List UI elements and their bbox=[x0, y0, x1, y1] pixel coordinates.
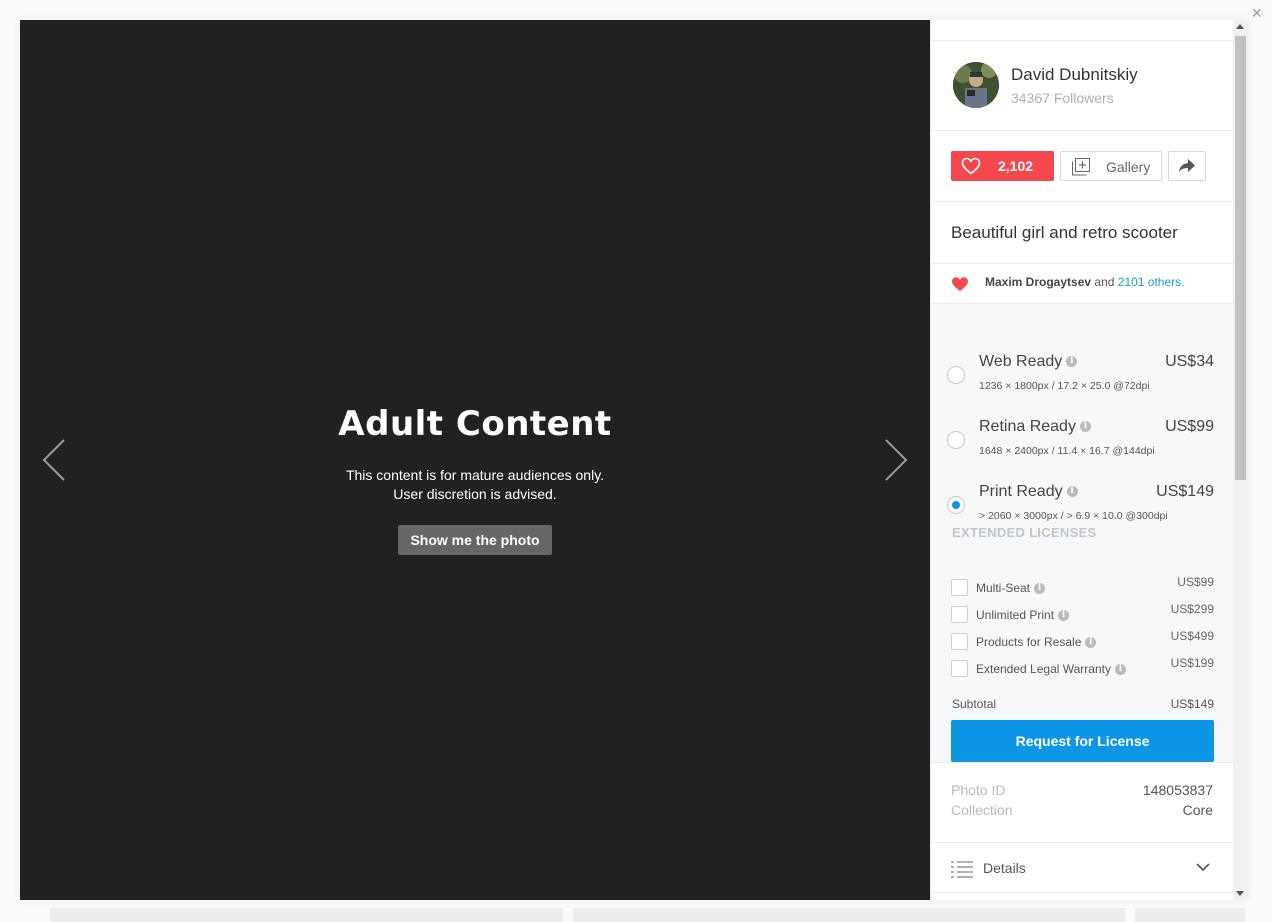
list-icon bbox=[951, 861, 973, 878]
share-icon bbox=[1179, 159, 1195, 172]
photo-viewer: Adult Content This content is for mature… bbox=[20, 20, 930, 900]
license-option-retina-ready[interactable]: Retina Ready i 1648 × 2400px / 11.4 × 16.… bbox=[931, 409, 1233, 457]
liker-name[interactable]: Maxim Drogaytsev bbox=[985, 275, 1091, 289]
extended-license-name: Multi-Seat bbox=[976, 581, 1031, 595]
license-checkbox[interactable] bbox=[951, 579, 968, 596]
extended-license-price: US$299 bbox=[1170, 602, 1214, 616]
extended-license-name: Unlimited Print bbox=[976, 608, 1055, 622]
license-option-web-ready[interactable]: Web Ready i 1236 × 1800px / 17.2 × 25.0 @… bbox=[931, 344, 1233, 392]
license-spec: 1648 × 2400px / 11.4 × 16.7 @144dpi bbox=[979, 445, 1155, 457]
avatar[interactable] bbox=[953, 62, 999, 108]
info-icon[interactable]: i bbox=[1085, 637, 1097, 649]
info-icon[interactable]: i bbox=[1114, 664, 1126, 676]
license-checkbox[interactable] bbox=[951, 660, 968, 677]
license-checkbox[interactable] bbox=[951, 633, 968, 650]
extended-license-price: US$99 bbox=[1177, 575, 1214, 589]
extended-license-name: Products for Resale bbox=[976, 635, 1082, 649]
license-radio[interactable] bbox=[947, 366, 965, 384]
license-spec: 1236 × 1800px / 17.2 × 25.0 @72dpi bbox=[979, 380, 1150, 392]
extended-license-name-row: Multi-Seat i bbox=[976, 581, 1046, 595]
divider bbox=[931, 201, 1233, 202]
extended-license-multi-seat[interactable]: Multi-Seat i US$99 bbox=[931, 575, 1233, 596]
info-icon[interactable]: i bbox=[1079, 421, 1091, 433]
extended-license-name: Extended Legal Warranty bbox=[976, 662, 1111, 676]
panel-scrollbar[interactable] bbox=[1233, 20, 1248, 900]
heart-icon bbox=[952, 277, 968, 291]
photo-id-value: 148053837 bbox=[1142, 782, 1213, 798]
like-button[interactable]: 2,102 bbox=[951, 151, 1054, 181]
collection-value[interactable]: Core bbox=[1183, 802, 1213, 818]
share-button[interactable] bbox=[1168, 151, 1206, 181]
extended-license-name-row: Extended Legal Warranty i bbox=[976, 662, 1126, 676]
license-radio-selected[interactable] bbox=[947, 496, 965, 514]
info-icon[interactable]: i bbox=[1058, 610, 1070, 622]
divider bbox=[931, 40, 1233, 41]
divider bbox=[931, 130, 1233, 131]
info-icon[interactable]: i bbox=[1066, 356, 1078, 368]
heart-icon bbox=[961, 157, 981, 175]
license-name: Print Ready bbox=[979, 483, 1063, 500]
license-spec: > 2060 × 3000px / > 6.9 × 10.0 @300dpi bbox=[979, 510, 1168, 522]
author-name[interactable]: David Dubnitskiy bbox=[1011, 65, 1138, 85]
extended-license-price: US$199 bbox=[1170, 656, 1214, 670]
adult-content-notice: Adult Content This content is for mature… bbox=[20, 404, 930, 555]
gallery-label: Gallery bbox=[1106, 159, 1151, 175]
license-option-print-ready[interactable]: Print Ready i > 2060 × 3000px / > 6.9 × 1… bbox=[931, 474, 1233, 522]
request-license-button[interactable]: Request for License bbox=[951, 720, 1214, 762]
pricing-section: Web Ready i 1236 × 1800px / 17.2 × 25.0 @… bbox=[931, 304, 1233, 762]
details-toggle[interactable]: Details bbox=[931, 853, 1233, 883]
extended-license-legal-warranty[interactable]: Extended Legal Warranty i US$199 bbox=[931, 656, 1233, 677]
extended-license-name-row: Unlimited Print i bbox=[976, 608, 1070, 622]
show-photo-button[interactable]: Show me the photo bbox=[398, 525, 552, 555]
info-icon[interactable]: i bbox=[1034, 583, 1046, 595]
details-label: Details bbox=[983, 860, 1026, 876]
license-price: US$149 bbox=[1156, 483, 1214, 500]
divider bbox=[931, 842, 1233, 843]
scroll-up-icon[interactable] bbox=[1236, 24, 1244, 29]
like-count: 2,102 bbox=[998, 158, 1034, 174]
license-checkbox[interactable] bbox=[951, 606, 968, 623]
extended-license-unlimited-print[interactable]: Unlimited Print i US$299 bbox=[931, 602, 1233, 623]
background-tile bbox=[50, 908, 563, 922]
collection-label: Collection bbox=[951, 802, 1013, 818]
photo-modal: Adult Content This content is for mature… bbox=[20, 20, 1248, 900]
license-name-row: Web Ready i bbox=[979, 353, 1078, 371]
extended-license-products-for-resale[interactable]: Products for Resale i US$499 bbox=[931, 629, 1233, 650]
adult-content-message: This content is for mature audiences onl… bbox=[345, 467, 605, 483]
license-name: Retina Ready bbox=[979, 418, 1076, 435]
background-tile bbox=[573, 908, 1125, 922]
scroll-down-icon[interactable] bbox=[1236, 891, 1244, 896]
extended-license-name-row: Products for Resale i bbox=[976, 635, 1097, 649]
chevron-down-icon bbox=[1196, 863, 1210, 872]
divider bbox=[931, 762, 1233, 763]
extended-licenses-heading: EXTENDED LICENSES bbox=[952, 525, 1097, 540]
add-to-gallery-button[interactable]: Gallery bbox=[1060, 151, 1162, 181]
license-name-row: Print Ready i bbox=[979, 483, 1078, 501]
scrollbar-thumb[interactable] bbox=[1235, 36, 1246, 480]
license-radio[interactable] bbox=[947, 431, 965, 449]
extended-license-price: US$499 bbox=[1170, 629, 1214, 643]
divider bbox=[931, 263, 1233, 264]
background-tile bbox=[1135, 908, 1245, 922]
subtotal-value: US$149 bbox=[1170, 697, 1214, 711]
others-link[interactable]: 2101 others. bbox=[1118, 275, 1185, 289]
photo-title: Beautiful girl and retro scooter bbox=[951, 223, 1178, 242]
license-price: US$34 bbox=[1165, 353, 1214, 370]
info-icon[interactable]: i bbox=[1066, 486, 1078, 498]
add-to-gallery-icon bbox=[1072, 158, 1090, 176]
adult-content-title: Adult Content bbox=[338, 404, 612, 444]
liked-by-conjunction: and bbox=[1094, 275, 1115, 289]
subtotal-label: Subtotal bbox=[952, 697, 997, 711]
adult-content-advisory: User discretion is advised. bbox=[393, 486, 557, 502]
license-price: US$99 bbox=[1165, 418, 1214, 435]
details-panel: David Dubnitskiy 34367 Followers 2,102 G… bbox=[930, 20, 1233, 900]
close-icon[interactable]: × bbox=[1251, 4, 1262, 22]
license-name-row: Retina Ready i bbox=[979, 418, 1091, 436]
divider bbox=[931, 892, 1233, 893]
license-name: Web Ready bbox=[979, 353, 1063, 370]
photo-id-label: Photo ID bbox=[951, 782, 1006, 798]
follower-count: 34367 Followers bbox=[1011, 90, 1114, 106]
